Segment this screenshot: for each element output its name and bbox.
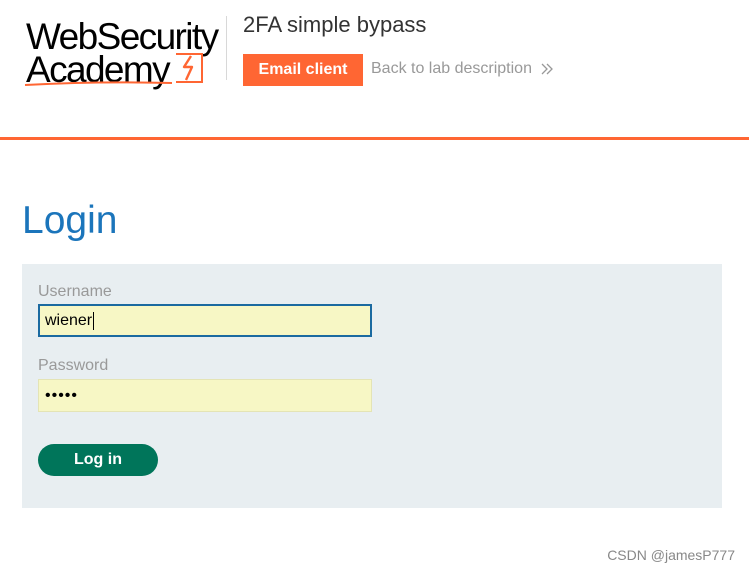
header-orange-rule bbox=[0, 137, 749, 140]
password-masked-value: ••••• bbox=[45, 386, 79, 404]
lightning-bolt-icon bbox=[176, 53, 203, 83]
username-label: Username bbox=[38, 283, 112, 300]
log-in-button[interactable]: Log in bbox=[38, 444, 158, 476]
double-chevron-right-icon bbox=[541, 63, 553, 75]
header-divider bbox=[226, 16, 227, 80]
password-label: Password bbox=[38, 357, 109, 374]
page: WebSecurity Academy 2FA simple bypass Em… bbox=[0, 0, 749, 572]
web-security-academy-logo[interactable]: WebSecurity Academy bbox=[24, 14, 224, 90]
logo-underline-swoosh bbox=[24, 81, 173, 86]
username-input[interactable]: wiener bbox=[38, 304, 372, 337]
text-caret bbox=[93, 311, 95, 330]
back-link-label: Back to lab description bbox=[371, 60, 532, 77]
csdn-watermark: CSDN @jamesP777 bbox=[607, 547, 735, 563]
username-value: wiener bbox=[45, 311, 93, 329]
email-client-button[interactable]: Email client bbox=[243, 54, 363, 86]
back-to-lab-description-link[interactable]: Back to lab description bbox=[371, 60, 554, 78]
lab-title: 2FA simple bypass bbox=[243, 12, 427, 37]
password-input[interactable]: ••••• bbox=[38, 379, 372, 412]
login-heading: Login bbox=[22, 199, 118, 242]
